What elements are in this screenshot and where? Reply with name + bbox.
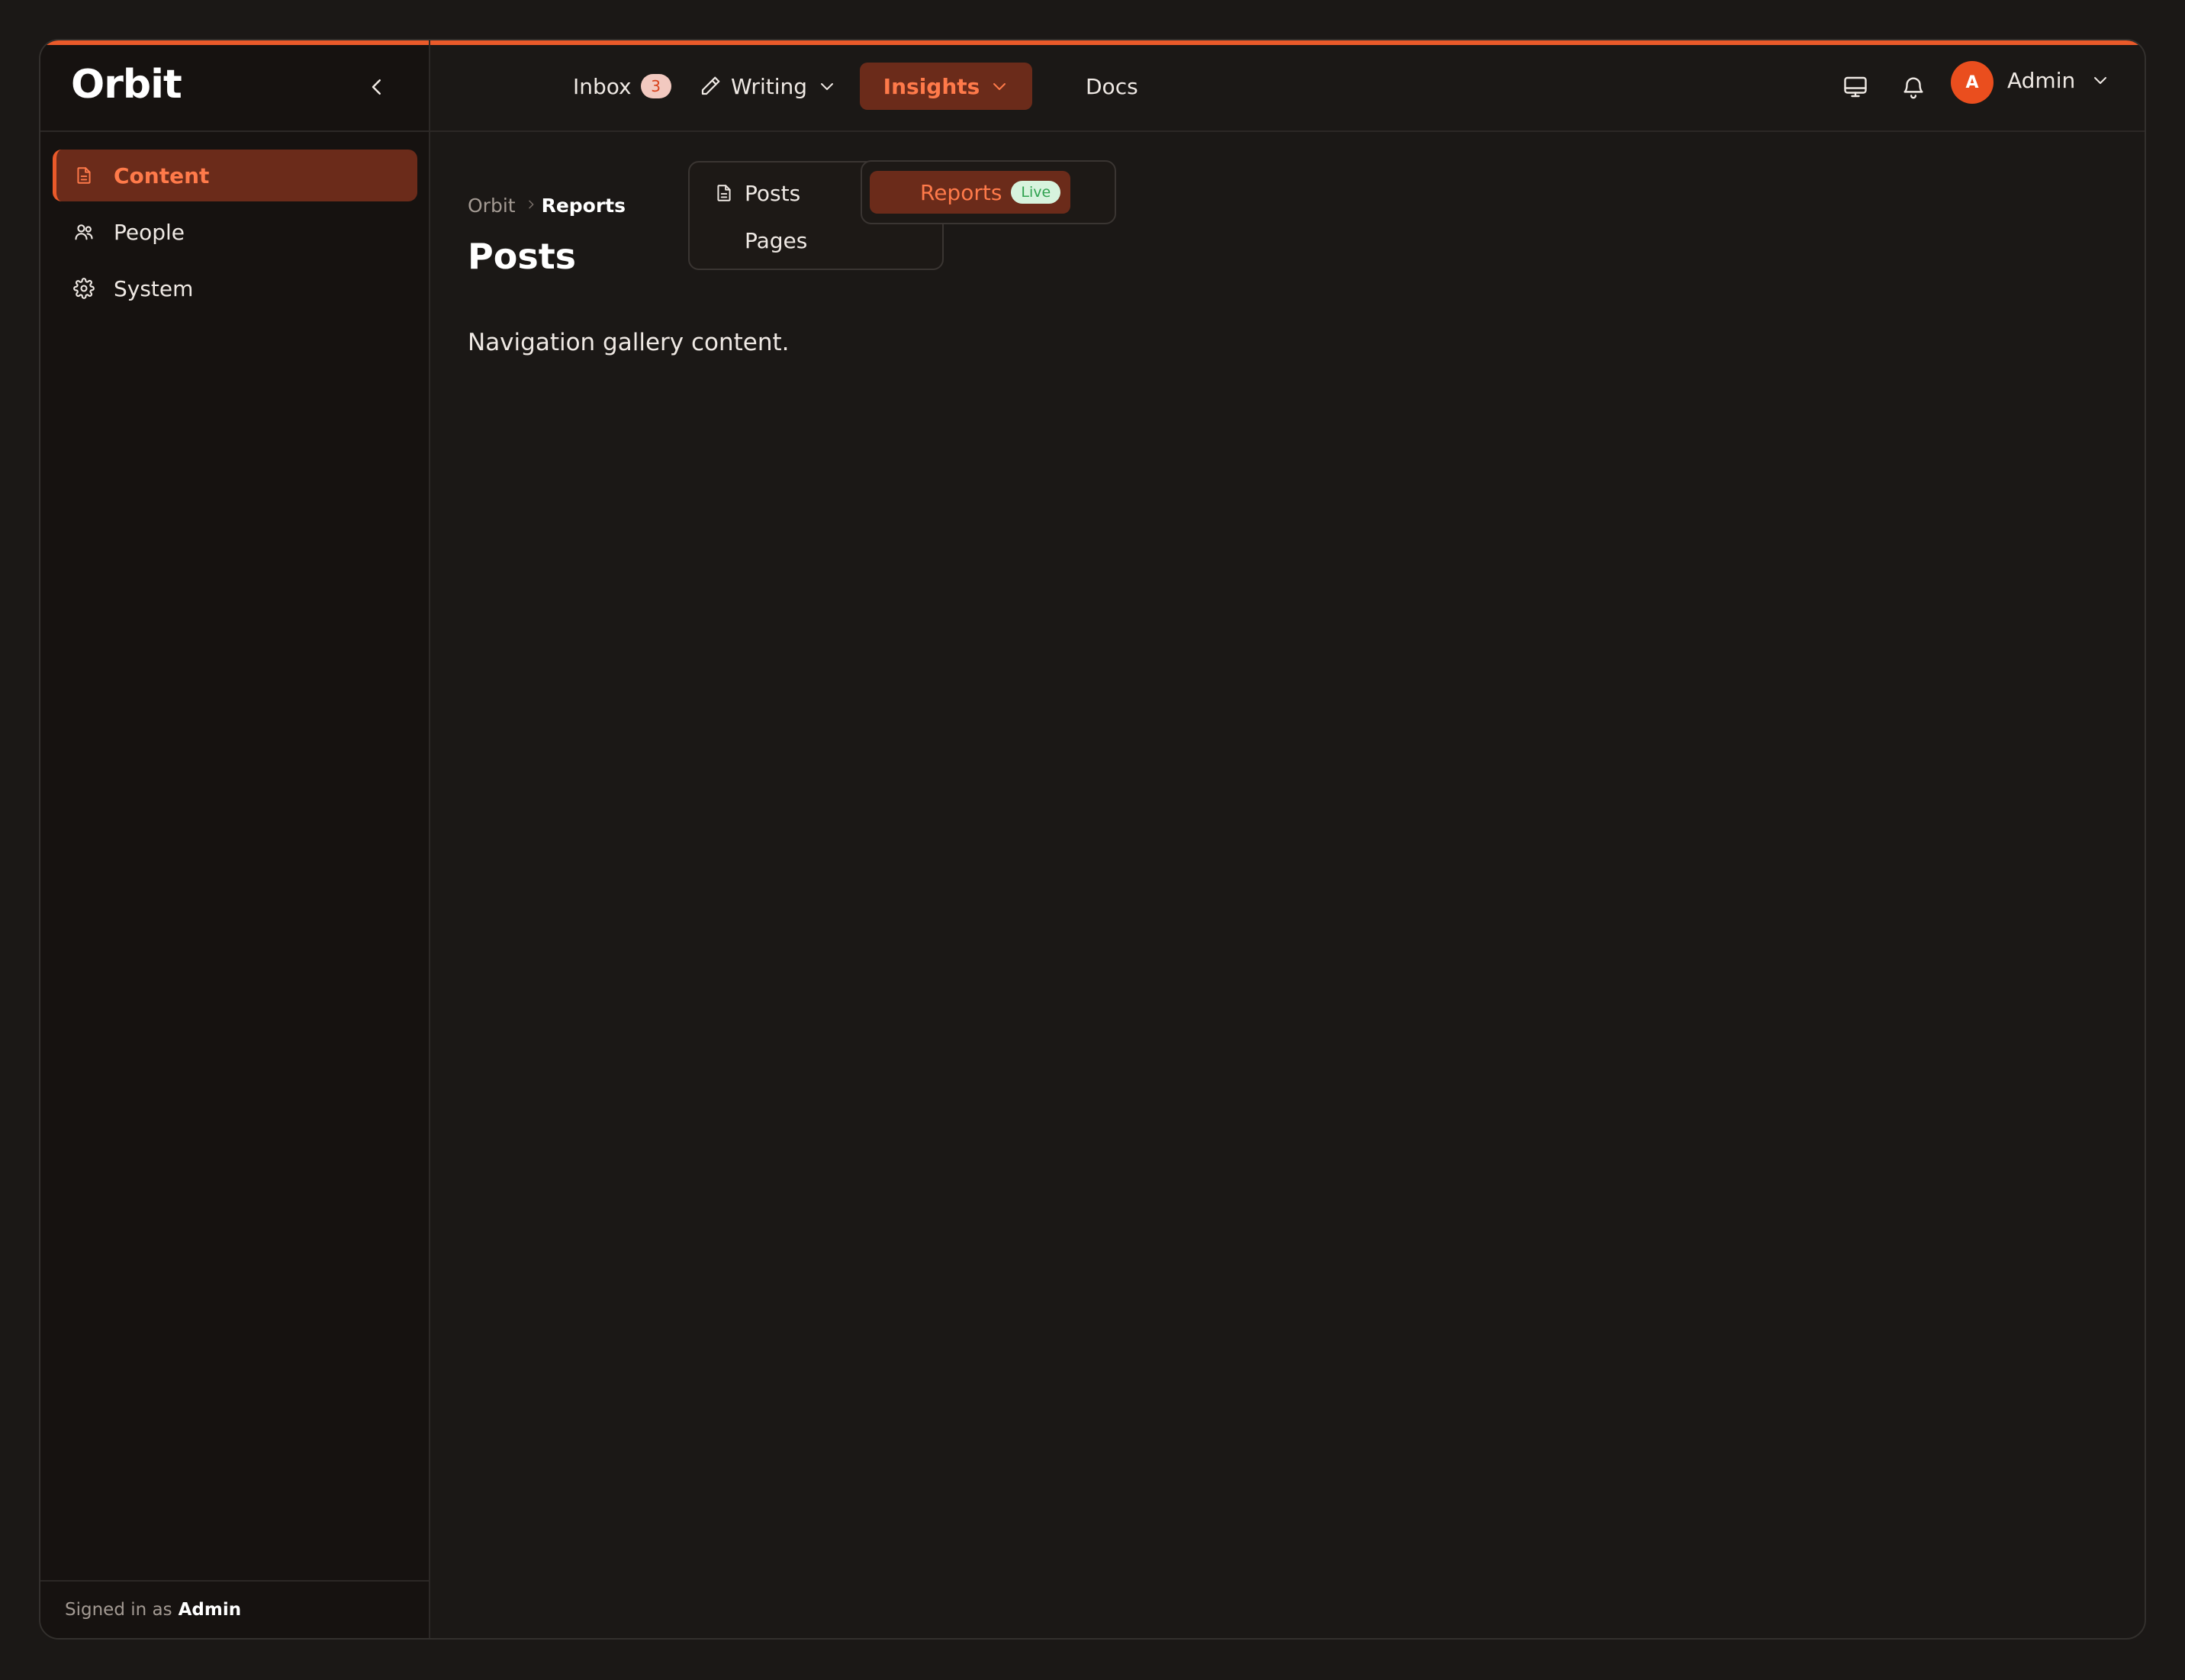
writing-menu-item-label: Posts bbox=[745, 180, 801, 206]
bell-icon bbox=[1903, 77, 1923, 99]
people-icon bbox=[72, 220, 95, 243]
sidebar-item-label: People bbox=[114, 219, 185, 245]
nav-writing[interactable]: Writing bbox=[699, 63, 836, 110]
pencil-icon bbox=[699, 75, 722, 98]
sidebar-item-label: Content bbox=[114, 163, 210, 188]
breadcrumb-current: Reports bbox=[541, 195, 626, 217]
notifications-button[interactable] bbox=[1894, 68, 1932, 106]
document-icon bbox=[72, 164, 95, 187]
sidebar-footer: Signed in as Admin bbox=[40, 1580, 429, 1638]
document-icon bbox=[713, 182, 735, 204]
brand-row: Orbit bbox=[40, 45, 429, 132]
sidebar-nav: Content People System bbox=[53, 150, 417, 319]
breadcrumb-root[interactable]: Orbit bbox=[468, 195, 516, 217]
writing-menu-item-posts[interactable]: Posts bbox=[713, 172, 800, 214]
avatar[interactable]: A bbox=[1951, 61, 1994, 104]
chevron-down-icon bbox=[2091, 69, 2109, 95]
writing-menu-item-pages[interactable]: Pages bbox=[745, 219, 807, 262]
topbar: Inbox 3 Writing Insights Docs bbox=[430, 45, 2145, 132]
monitor-icon bbox=[1844, 76, 1867, 98]
sidebar: Orbit Content People System Signed in as… bbox=[40, 40, 430, 1638]
nav-inbox[interactable]: Inbox 3 bbox=[573, 63, 671, 110]
sidebar-item-system[interactable]: System bbox=[53, 262, 417, 314]
chevron-right-icon bbox=[525, 196, 537, 215]
chevron-down-icon bbox=[990, 77, 1009, 95]
insights-menu-item-reports[interactable]: Reports Live bbox=[870, 171, 1070, 214]
live-badge: Live bbox=[1011, 181, 1061, 204]
sidebar-item-people[interactable]: People bbox=[53, 206, 417, 258]
insights-menu-item-label: Reports bbox=[920, 179, 1002, 205]
nav-inbox-label: Inbox bbox=[573, 73, 632, 99]
breadcrumb: Orbit Reports bbox=[468, 195, 626, 217]
signed-in-label: Signed in as bbox=[65, 1600, 172, 1620]
user-menu[interactable]: Admin bbox=[2007, 68, 2109, 95]
collapse-sidebar-button[interactable] bbox=[358, 68, 396, 106]
nav-insights-label: Insights bbox=[883, 73, 980, 99]
page-body-text: Navigation gallery content. bbox=[468, 329, 790, 356]
sidebar-item-content[interactable]: Content bbox=[53, 150, 417, 201]
user-name-label: Admin bbox=[2007, 68, 2076, 93]
sidebar-item-label: System bbox=[114, 275, 194, 301]
nav-insights[interactable]: Insights bbox=[860, 63, 1032, 110]
inbox-count-badge: 3 bbox=[640, 74, 671, 98]
display-mode-button[interactable] bbox=[1836, 68, 1874, 106]
chevron-down-icon bbox=[818, 77, 836, 95]
main-content: Orbit Reports Posts Navigation gallery c… bbox=[430, 132, 2145, 1638]
nav-docs[interactable]: Docs bbox=[1086, 63, 1138, 110]
brand-logo: Orbit bbox=[71, 62, 182, 108]
insights-dropdown: Reports Live bbox=[861, 160, 1116, 224]
app-window: Orbit Content People System Signed in as… bbox=[39, 39, 2146, 1640]
gear-icon bbox=[72, 277, 95, 300]
signed-in-user: Admin bbox=[178, 1600, 242, 1620]
chevron-left-icon bbox=[372, 79, 381, 95]
nav-docs-label: Docs bbox=[1086, 73, 1138, 99]
nav-writing-label: Writing bbox=[731, 73, 807, 99]
page-title: Posts bbox=[468, 236, 577, 277]
writing-menu-item-label: Pages bbox=[745, 227, 808, 253]
